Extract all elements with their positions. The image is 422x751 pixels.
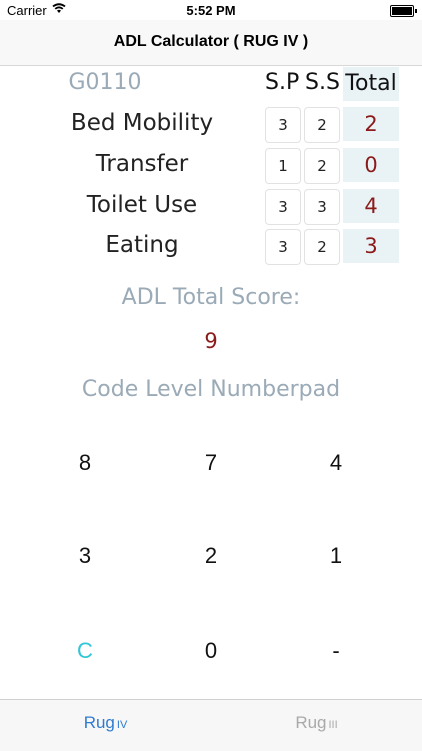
key-2[interactable]: 2 (161, 536, 261, 576)
key-4[interactable]: 4 (286, 443, 386, 483)
row-label-eating: Eating (105, 232, 179, 258)
adl-total-score: 9 (204, 329, 218, 353)
page-title: ADL Calculator ( RUG IV ) (113, 33, 309, 50)
row-label-bed-mobility: Bed Mobility (70, 110, 214, 136)
total-bed-mobility: 2 (343, 107, 399, 141)
ss-column-header: S.S (305, 70, 340, 95)
battery-icon (390, 5, 417, 17)
code-header: G0110 (68, 70, 142, 95)
navigation-bar: ADL Calculator ( RUG IV ) (0, 20, 422, 66)
total-toilet-use: 4 (343, 189, 399, 223)
tab-rug-iv-label: Rug (83, 713, 115, 732)
sp-input-toilet-use[interactable]: 3 (265, 189, 301, 225)
sp-input-eating[interactable]: 3 (265, 229, 301, 265)
key-minus[interactable]: - (286, 631, 386, 671)
sp-column-header: S.P (265, 70, 300, 95)
key-3[interactable]: 3 (35, 536, 135, 576)
tab-rug-iii[interactable]: Rug III (211, 713, 422, 733)
numberpad-label: Code Level Numberpad (81, 377, 341, 402)
key-7[interactable]: 7 (161, 443, 261, 483)
key-0[interactable]: 0 (161, 631, 261, 671)
total-transfer: 0 (343, 148, 399, 182)
sp-input-bed-mobility[interactable]: 3 (265, 107, 301, 143)
tab-rug-iii-sublabel: III (328, 719, 338, 731)
ss-input-transfer[interactable]: 2 (304, 148, 340, 184)
row-label-toilet-use: Toilet Use (86, 192, 198, 218)
tab-rug-iii-label: Rug (295, 713, 327, 732)
ss-input-eating[interactable]: 2 (304, 229, 340, 265)
status-time: 5:52 PM (186, 3, 236, 18)
sp-input-transfer[interactable]: 1 (265, 148, 301, 184)
total-column-header: Total (343, 67, 399, 101)
key-1[interactable]: 1 (286, 536, 386, 576)
key-8[interactable]: 8 (35, 443, 135, 483)
ss-input-toilet-use[interactable]: 3 (304, 189, 340, 225)
status-bar: Carrier 5:52 PM (0, 0, 422, 20)
adl-total-label: ADL Total Score: (121, 285, 301, 310)
total-eating: 3 (343, 229, 399, 263)
tab-rug-iv-sublabel: IV (116, 719, 128, 731)
tab-bar: Rug IV Rug III (0, 699, 422, 751)
row-label-transfer: Transfer (95, 151, 189, 177)
tab-rug-iv[interactable]: Rug IV (0, 713, 211, 733)
ss-input-bed-mobility[interactable]: 2 (304, 107, 340, 143)
clear-key[interactable]: C (35, 631, 135, 671)
